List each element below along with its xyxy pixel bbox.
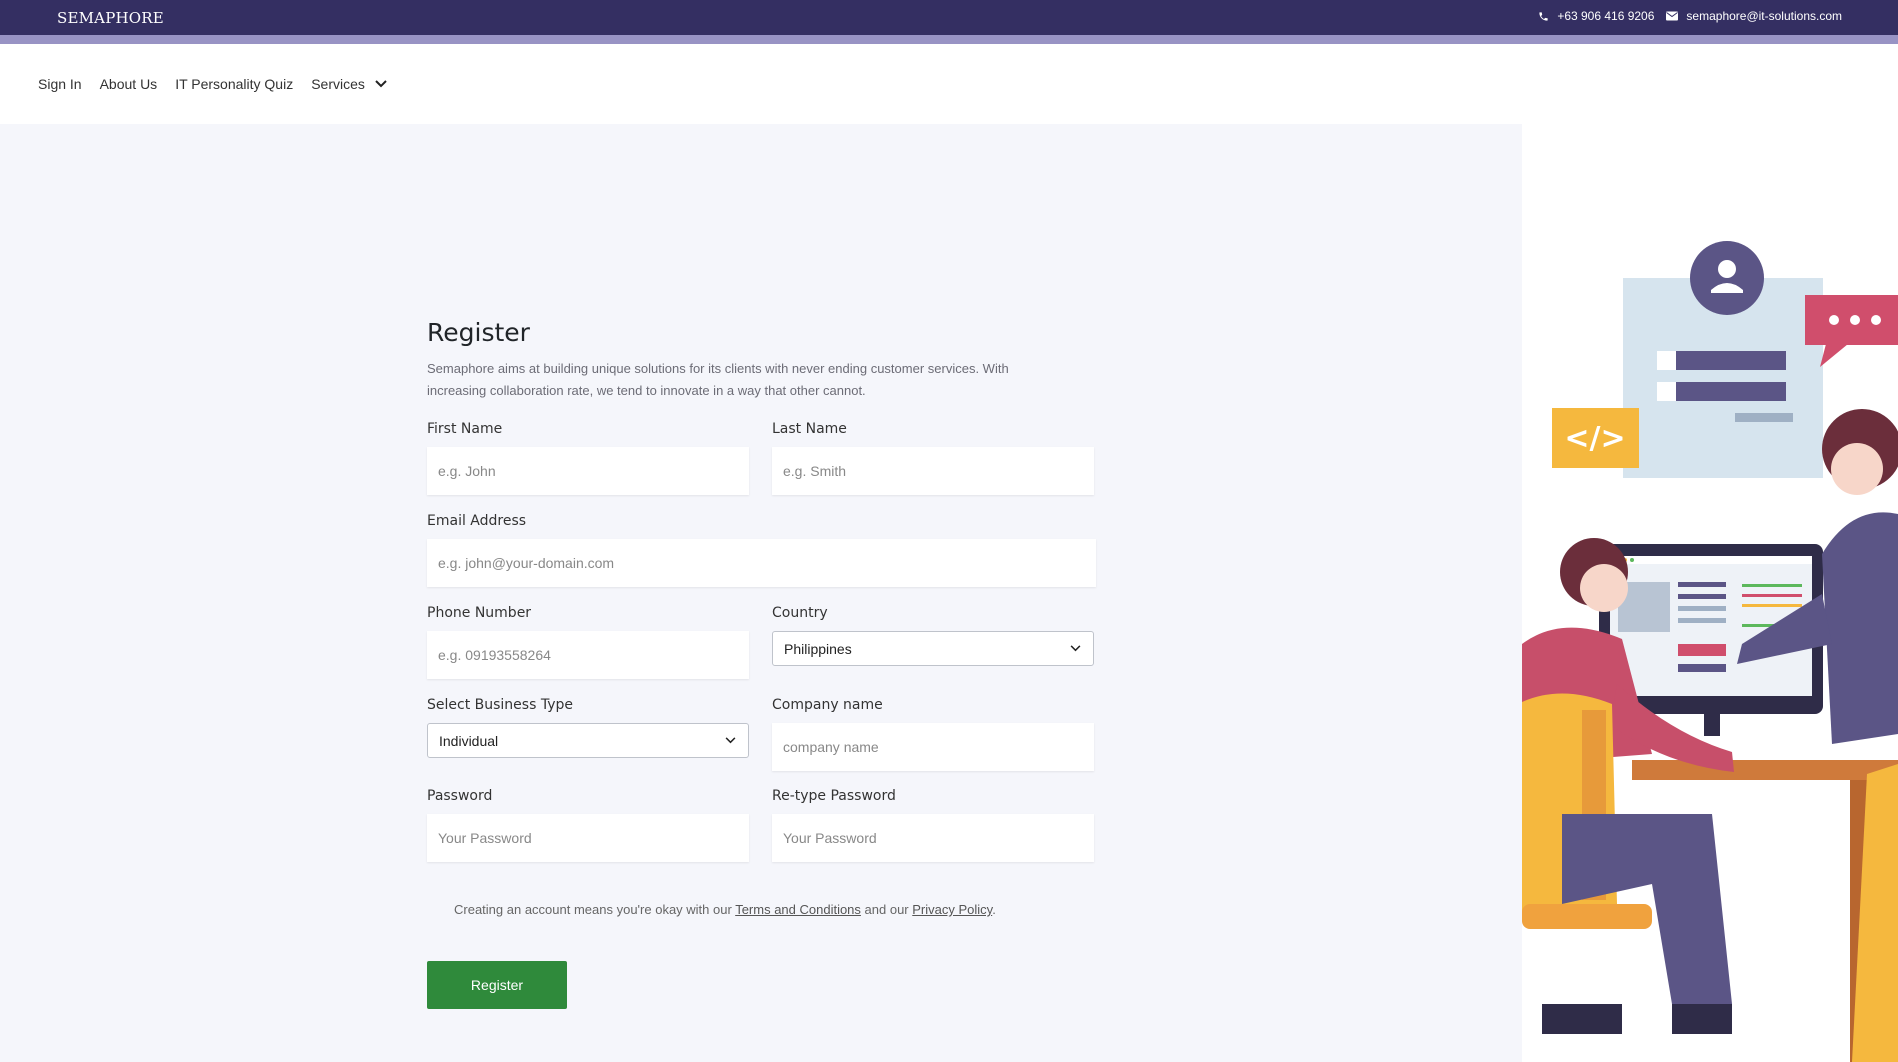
last-name-label: Last Name (772, 421, 847, 437)
password-input[interactable] (427, 814, 749, 862)
terms-prefix: Creating an account means you're okay wi… (454, 902, 736, 917)
last-name-group: Last Name (772, 421, 1094, 495)
nav-about-us[interactable]: About Us (100, 76, 158, 92)
password-group: Password (427, 788, 749, 862)
password-label: Password (427, 788, 493, 804)
developer-illustration: </> (1522, 241, 1898, 1062)
illustration-panel: </> (1522, 124, 1898, 1062)
chevron-down-icon (1070, 645, 1081, 652)
terms-link[interactable]: Terms and Conditions (735, 902, 861, 917)
business-type-label: Select Business Type (427, 697, 573, 713)
business-type-group: Select Business Type Individual (427, 697, 749, 758)
top-bar-stripe (0, 35, 1898, 44)
envelope-icon (1666, 11, 1679, 21)
privacy-link[interactable]: Privacy Policy (912, 902, 992, 917)
company-input[interactable] (772, 723, 1094, 771)
phone-label: Phone Number (427, 605, 532, 621)
main-content (0, 124, 1522, 1062)
brand-logo[interactable]: SEMAPHORE (57, 9, 164, 27)
first-name-label: First Name (427, 421, 503, 437)
contact-info: +63 906 416 9206 semaphore@it-solutions.… (1526, 9, 1842, 23)
terms-middle: and our (860, 902, 913, 917)
register-button[interactable]: Register (427, 961, 567, 1009)
company-group: Company name (772, 697, 1094, 771)
email-group: Email Address (427, 513, 1096, 587)
email-label: Email Address (427, 513, 527, 529)
retype-password-input[interactable] (772, 814, 1094, 862)
chevron-down-icon (725, 737, 736, 744)
retype-password-group: Re-type Password (772, 788, 1094, 862)
nav-links: Sign In About Us IT Personality Quiz Ser… (38, 76, 405, 92)
email-input[interactable] (427, 539, 1096, 587)
nav-quiz[interactable]: IT Personality Quiz (175, 76, 293, 92)
phone-number[interactable]: +63 906 416 9206 (1557, 9, 1654, 23)
country-value: Philippines (784, 640, 852, 657)
first-name-group: First Name (427, 421, 749, 495)
phone-icon (1539, 11, 1548, 21)
phone-input[interactable] (427, 631, 749, 679)
terms-suffix: . (992, 902, 996, 917)
country-label: Country (772, 605, 828, 621)
business-type-select[interactable]: Individual (427, 723, 749, 758)
first-name-input[interactable] (427, 447, 749, 495)
terms-notice: Creating an account means you're okay wi… (454, 902, 996, 917)
register-form: Register Semaphore aims at building uniq… (427, 318, 1096, 402)
top-bar: SEMAPHORE +63 906 416 9206 semaphore@it-… (0, 0, 1898, 35)
last-name-input[interactable] (772, 447, 1094, 495)
country-select[interactable]: Philippines (772, 631, 1094, 666)
company-label: Company name (772, 697, 883, 713)
email-address[interactable]: semaphore@it-solutions.com (1686, 9, 1842, 23)
email-contact: semaphore@it-solutions.com (1666, 9, 1842, 23)
navbar: Sign In About Us IT Personality Quiz Ser… (0, 44, 1898, 124)
business-type-value: Individual (439, 732, 499, 749)
country-group: Country Philippines (772, 605, 1094, 666)
form-description: Semaphore aims at building unique soluti… (427, 361, 1009, 398)
svg-text:</>: </> (1564, 421, 1625, 456)
phone-contact: +63 906 416 9206 (1538, 9, 1654, 23)
retype-password-label: Re-type Password (772, 788, 896, 804)
phone-group: Phone Number (427, 605, 749, 679)
nav-sign-in[interactable]: Sign In (38, 76, 82, 92)
nav-services[interactable]: Services (311, 76, 387, 92)
chevron-down-icon (375, 80, 387, 88)
page-title: Register (427, 318, 530, 347)
nav-services-label: Services (311, 76, 365, 92)
